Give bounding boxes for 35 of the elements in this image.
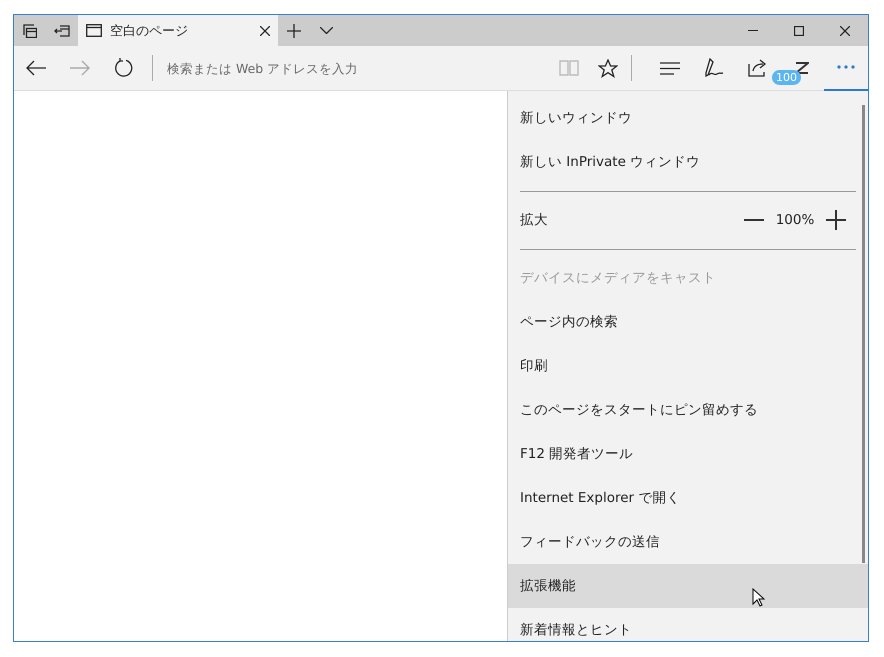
- tab-title: 空白のページ: [110, 22, 189, 40]
- extension-icon[interactable]: [795, 62, 809, 74]
- page-icon: [86, 24, 102, 37]
- menu-item[interactable]: ページ内の検索: [508, 300, 868, 344]
- close-tab-icon[interactable]: [260, 26, 270, 36]
- more-icon[interactable]: [837, 65, 855, 69]
- menu-item[interactable]: 拡張機能: [508, 564, 868, 608]
- favorite-star-icon[interactable]: [598, 58, 618, 78]
- menu-item[interactable]: このページをスタートにピン留めする: [508, 388, 868, 432]
- menu-item[interactable]: 新着情報とヒント: [508, 608, 868, 641]
- zoom-in-icon[interactable]: [826, 210, 846, 230]
- close-icon[interactable]: [840, 26, 850, 36]
- zoom-label: 拡大: [520, 211, 549, 229]
- browser-tab[interactable]: 空白のページ: [78, 15, 278, 46]
- menu-item[interactable]: フィードバックの送信: [508, 520, 868, 564]
- tabs-aside-icon[interactable]: [23, 24, 37, 38]
- refresh-icon[interactable]: [114, 58, 134, 78]
- scrollbar[interactable]: [862, 105, 865, 563]
- maximize-icon[interactable]: [794, 26, 804, 36]
- menu-item[interactable]: 新しい InPrivate ウィンドウ: [508, 140, 868, 184]
- share-icon[interactable]: [748, 59, 768, 77]
- menu-item[interactable]: Internet Explorer で開く: [508, 476, 868, 520]
- tab-preview-icon[interactable]: [320, 27, 332, 34]
- pen-icon[interactable]: [704, 58, 724, 78]
- address-field[interactable]: 検索または Web アドレスを入力: [159, 56, 547, 80]
- mouse-cursor-icon: [752, 588, 765, 607]
- extension-badge: 100: [772, 70, 801, 84]
- hub-icon[interactable]: [660, 62, 680, 74]
- new-tab-icon[interactable]: [287, 24, 301, 38]
- restore-tabs-icon[interactable]: [54, 24, 70, 36]
- back-icon[interactable]: [26, 60, 46, 76]
- menu-item[interactable]: F12 開発者ツール: [508, 432, 868, 476]
- menu-item[interactable]: 新しいウィンドウ: [508, 96, 868, 140]
- zoom-value: 100%: [774, 212, 816, 228]
- menu-item[interactable]: 印刷: [508, 344, 868, 388]
